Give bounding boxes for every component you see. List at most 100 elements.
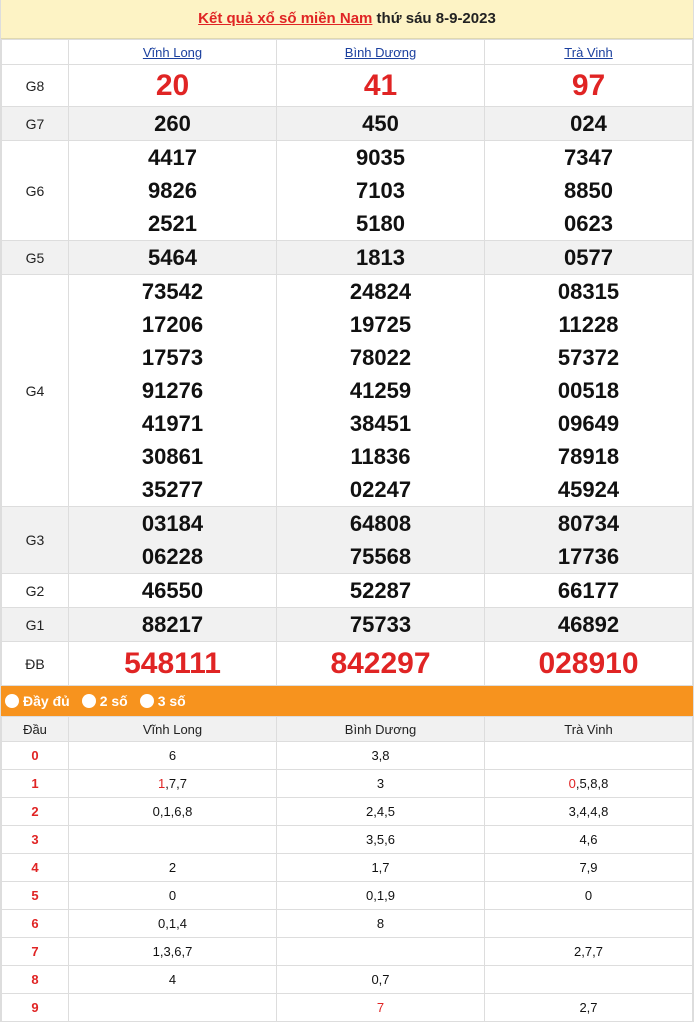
tail-digits: 0,7	[371, 972, 390, 987]
tail-digits: 2,7	[579, 1000, 598, 1015]
winning-number: 38451	[349, 411, 412, 436]
winning-number: 41971	[141, 411, 204, 436]
loto-row: 3 3,5,6 4,6	[1, 825, 693, 854]
prize-label: G1	[1, 607, 69, 642]
prize-cell: 08315 11228 57372 00518 09649 78918 45924	[484, 274, 693, 507]
prize-cell: 20	[68, 64, 277, 107]
tail-digits: 2,4,5	[366, 804, 395, 819]
prize-cell: 66177	[484, 573, 693, 608]
head-digit: 2	[1, 797, 69, 826]
prize-cell: 80734 17736	[484, 506, 693, 574]
winning-number: 00518	[557, 378, 620, 403]
loto-province-header: Bình Dương	[276, 716, 485, 742]
province-header: Vĩnh Long	[68, 39, 277, 65]
winning-number: 02247	[349, 477, 412, 502]
loto-row: 2 0,1,6,8 2,4,5 3,4,4,8	[1, 797, 693, 826]
tail-digits: 1,7	[371, 860, 390, 875]
tail-digits: 6	[168, 748, 177, 763]
winning-number: 7347	[564, 145, 613, 170]
prize-label: G3	[1, 506, 69, 574]
prize-cell: 88217	[68, 607, 277, 642]
prize-cell: 97	[484, 64, 693, 107]
radio-icon[interactable]	[81, 694, 96, 708]
tail-digits-cell: 0,5,8,8	[484, 769, 693, 798]
loto-row: 6 0,1,4 8	[1, 909, 693, 938]
province-link-vinh-long[interactable]: Vĩnh Long	[143, 45, 202, 60]
winning-number: 52287	[349, 578, 412, 603]
prize-cell: 03184 06228	[68, 506, 277, 574]
tail-digits-cell: 3,5,6	[276, 825, 485, 854]
tail-digits: 8	[376, 916, 385, 931]
prize-cell: 73542 17206 17573 91276 41971 30861 35277	[68, 274, 277, 507]
prize-label-header	[1, 39, 69, 65]
winning-number: 17736	[557, 544, 620, 569]
tail-digits: ,5,8,8	[575, 776, 609, 791]
prize-label: ĐB	[1, 641, 69, 686]
winning-number: 41	[363, 69, 398, 102]
page-title: Kết quả xổ số miền Nam thứ sáu 8-9-2023	[1, 0, 693, 39]
tail-digits-cell: 0,1,4	[68, 909, 277, 938]
prize-row: G6 4417 9826 2521 9035 7103 5180 7347 8850 0623	[1, 140, 693, 241]
winning-number: 08315	[557, 279, 620, 304]
tail-digits-cell: 6	[68, 741, 277, 770]
prize-cell: 41	[276, 64, 485, 107]
prize-cell: 7347 8850 0623	[484, 140, 693, 241]
prize-cell: 024	[484, 106, 693, 141]
tail-digits-cell	[484, 965, 693, 994]
winning-number: 19725	[349, 312, 412, 337]
winning-number: 7103	[356, 178, 405, 203]
winning-number: 1813	[356, 245, 405, 270]
winning-number: 4417	[148, 145, 197, 170]
tail-digits: 0	[584, 888, 593, 903]
winning-number: 0577	[564, 245, 613, 270]
prize-cell: 0577	[484, 240, 693, 275]
winning-number: 78022	[349, 345, 412, 370]
prize-cell: 52287	[276, 573, 485, 608]
loto-row: 0 6 3,8	[1, 741, 693, 770]
filter-option-2-digit[interactable]: 2 số	[81, 693, 128, 709]
winning-number: 03184	[141, 511, 204, 536]
winning-number: 548111	[124, 647, 221, 680]
winning-number: 45924	[557, 477, 620, 502]
head-digit: 1	[1, 769, 69, 798]
winning-number: 17573	[141, 345, 204, 370]
head-digit: 7	[1, 937, 69, 966]
filter-option-3-digit[interactable]: 3 số	[139, 693, 186, 709]
winning-number: 2521	[148, 211, 197, 236]
tail-digits-cell: 1,7	[276, 853, 485, 882]
prize-cell: 46892	[484, 607, 693, 642]
loto-row: 1 1,7,7 3 0,5,8,8	[1, 769, 693, 798]
lottery-results-widget: Kết quả xổ số miền Nam thứ sáu 8-9-2023 …	[0, 0, 694, 1022]
winning-number: 06228	[141, 544, 204, 569]
winning-number: 88217	[141, 612, 204, 637]
winning-number: 11836	[350, 444, 411, 469]
radio-icon[interactable]	[139, 694, 154, 708]
tail-digits-cell: 0,7	[276, 965, 485, 994]
loto-province-header: Trà Vinh	[484, 716, 693, 742]
province-link-binh-duong[interactable]: Bình Dương	[345, 45, 416, 60]
prize-row: G1 88217 75733 46892	[1, 607, 693, 642]
tail-digits-cell: 0,1,9	[276, 881, 485, 910]
tail-digits: 4	[168, 972, 177, 987]
tail-digits: 3,4,4,8	[568, 804, 609, 819]
tail-digits: 0,1,4	[158, 916, 187, 931]
radio-icon[interactable]	[5, 694, 19, 708]
tail-digits-cell: 8	[276, 909, 485, 938]
tail-digits-cell: 1,3,6,7	[68, 937, 277, 966]
tail-digits: ,7,7	[165, 776, 187, 791]
tail-digits-cell: 0	[68, 881, 277, 910]
province-link-tra-vinh[interactable]: Trà Vinh	[564, 45, 612, 60]
tail-digits-cell	[68, 993, 277, 1022]
winning-number: 91276	[141, 378, 204, 403]
prize-row: G5 5464 1813 0577	[1, 240, 693, 275]
winning-number: 75733	[349, 612, 412, 637]
region-results-link[interactable]: Kết quả xổ số miền Nam	[198, 10, 372, 27]
winning-number: 0623	[564, 211, 613, 236]
loto-row: 7 1,3,6,7 2,7,7	[1, 937, 693, 966]
title-date: thứ sáu 8-9-2023	[372, 10, 496, 27]
tail-digits: 4,6	[579, 832, 598, 847]
filter-option-full[interactable]: Đầy đủ	[5, 693, 70, 709]
tail-digits: 3,8	[371, 748, 390, 763]
winning-number: 11228	[558, 312, 619, 337]
head-digit: 0	[1, 741, 69, 770]
